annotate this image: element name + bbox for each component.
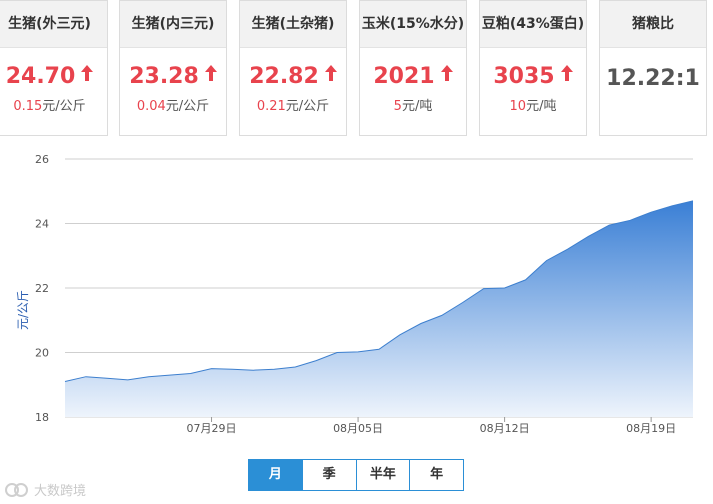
card-price: 2021 [360, 62, 466, 89]
period-tabs: 月 季 半年 年 [248, 459, 464, 491]
card-change: 0.21元/公斤 [256, 99, 330, 114]
card-price: 23.28 [120, 62, 226, 89]
y-tick-label: 24 [35, 218, 49, 231]
x-tick-label: 07月29日 [187, 422, 237, 435]
y-tick-label: 20 [35, 347, 49, 360]
card-price: 3035 [480, 62, 586, 89]
x-axis: 07月29日 08月05日 08月12日 08月19日 [187, 417, 676, 435]
tab-half-year[interactable]: 半年 [355, 460, 410, 490]
x-tick-label: 08月05日 [333, 422, 383, 435]
arrow-up-icon [324, 62, 337, 87]
tab-month[interactable]: 月 [249, 460, 302, 490]
price-card: 豆粕(43%蛋白) 3035 10元/吨 [479, 0, 587, 136]
ratio-value: 12.22:1 [606, 66, 700, 91]
price-area-chart: 18 20 22 24 26 07月29日 08月05日 08月12日 08月19日 元/公斤 [16, 153, 694, 435]
y-tick-label: 18 [35, 411, 49, 424]
price-card: 生猪(土杂猪) 22.82 0.21元/公斤 [239, 0, 347, 136]
price-card: 玉米(15%水分) 2021 5元/吨 [359, 0, 467, 136]
card-change: 0.04元/公斤 [136, 99, 210, 114]
price-card: 生猪(内三元) 23.28 0.04元/公斤 [119, 0, 227, 136]
watermark: 大数跨境 [4, 480, 86, 499]
y-tick-label: 22 [35, 282, 49, 295]
y-axis-label: 元/公斤 [16, 290, 30, 330]
watermark-text: 大数跨境 [34, 484, 87, 499]
card-change: 0.15元/公斤 [13, 99, 86, 114]
y-axis: 18 20 22 24 26 [35, 153, 49, 424]
tab-year[interactable]: 年 [409, 460, 463, 490]
x-tick-label: 08月19日 [626, 422, 676, 435]
ratio-card: 猪粮比 12.22:1 [599, 0, 707, 136]
card-title: 豆粕(43%蛋白) [480, 1, 586, 48]
arrow-up-icon [560, 62, 573, 87]
card-price: 24.70 [0, 62, 107, 89]
arrow-up-icon [204, 62, 217, 87]
y-tick-label: 26 [35, 153, 49, 166]
arrow-up-icon [81, 62, 94, 87]
card-change: 5元/吨 [393, 99, 433, 114]
price-card: 生猪(外三元) 24.70 0.15元/公斤 [0, 0, 108, 136]
arrow-up-icon [440, 62, 453, 87]
price-cards: 生猪(外三元) 24.70 0.15元/公斤 生猪(内三元) 23.28 0.0… [0, 0, 713, 150]
card-title: 生猪(内三元) [120, 1, 226, 48]
series-area [65, 200, 693, 417]
card-title: 生猪(土杂猪) [240, 1, 346, 48]
card-change: 10元/吨 [509, 99, 557, 114]
x-tick-label: 08月12日 [480, 422, 530, 435]
card-price: 22.82 [240, 62, 346, 89]
ratio-title: 猪粮比 [600, 1, 706, 48]
tab-quarter[interactable]: 季 [301, 460, 356, 490]
watermark-logo-icon [5, 482, 28, 497]
card-title: 生猪(外三元) [0, 1, 107, 48]
card-title: 玉米(15%水分) [360, 1, 466, 48]
